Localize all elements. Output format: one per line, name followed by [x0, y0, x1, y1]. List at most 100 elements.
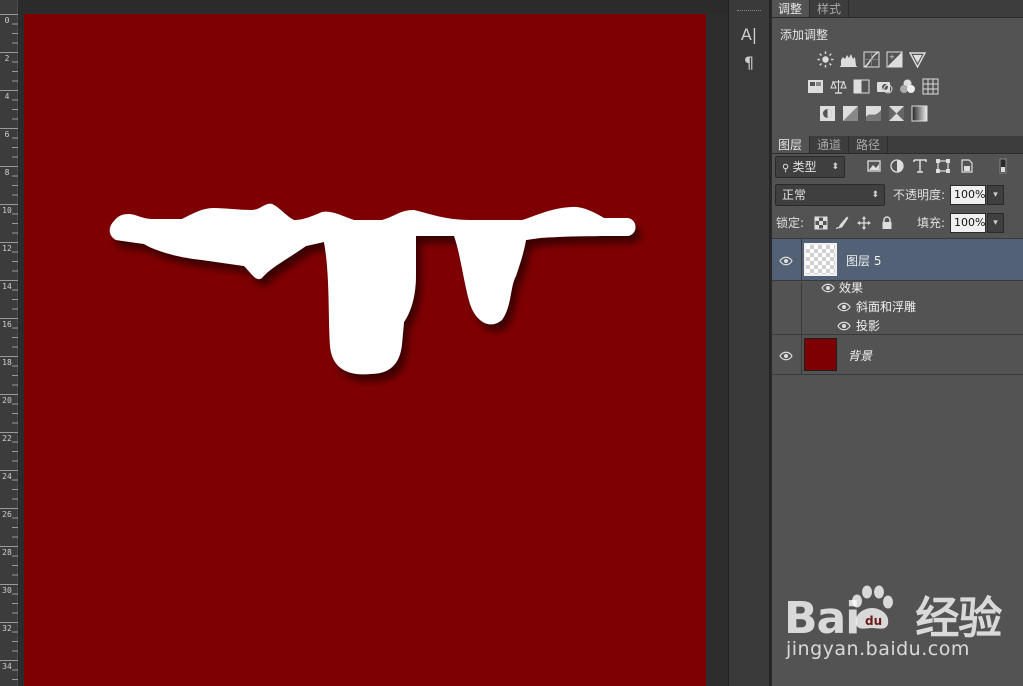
- brightness-icon[interactable]: [817, 51, 834, 68]
- adjustment-icons-row-1: +: [817, 51, 926, 68]
- visibility-eye-icon[interactable]: [821, 282, 835, 293]
- ruler-ticks: [0, 14, 18, 680]
- search-icon: ⚲: [782, 163, 793, 174]
- layer-name[interactable]: 图层 5: [846, 252, 881, 269]
- filter-toggle-icon[interactable]: [995, 158, 1011, 174]
- tab-adjustments[interactable]: 调整: [771, 0, 811, 17]
- ruler-label: 34: [2, 662, 12, 671]
- svg-text:du: du: [865, 614, 882, 628]
- effect-bevel-emboss[interactable]: 斜面和浮雕: [856, 298, 916, 315]
- lock-pixels-icon[interactable]: [835, 216, 849, 230]
- layer-row-background[interactable]: 背景: [771, 335, 1023, 375]
- gradient-map-icon[interactable]: [911, 105, 928, 122]
- filter-type-icon[interactable]: [912, 158, 928, 174]
- visibility-eye-icon[interactable]: [779, 350, 793, 361]
- threshold-icon[interactable]: [865, 105, 882, 122]
- character-panel-button[interactable]: A|: [735, 23, 763, 47]
- paw-icon: du: [852, 585, 893, 629]
- row-separator: [801, 282, 802, 334]
- lock-all-icon[interactable]: [880, 216, 894, 230]
- visibility-eye-icon[interactable]: [779, 255, 793, 266]
- ruler-label: 4: [4, 92, 10, 101]
- ruler-label: 22: [2, 434, 12, 443]
- ruler-label: 16: [2, 320, 12, 329]
- layer-effects-group: 效果 斜面和浮雕 投影: [771, 279, 1023, 334]
- opacity-input[interactable]: 100%: [950, 185, 986, 205]
- color-balance-icon[interactable]: [830, 78, 847, 95]
- ruler-label: 18: [2, 358, 12, 367]
- collapsed-panel-strip: A| ¶: [728, 0, 770, 686]
- layer-filter-label: 类型: [792, 160, 817, 174]
- ruler-label: 2: [4, 54, 10, 63]
- filter-smart-object-icon[interactable]: [959, 158, 975, 174]
- selective-color-icon[interactable]: [888, 105, 905, 122]
- opacity-label: 不透明度:: [893, 188, 946, 202]
- lock-position-icon[interactable]: [857, 216, 871, 230]
- opacity-slider-toggle[interactable]: ▾: [987, 185, 1004, 205]
- ruler-label: 8: [4, 168, 10, 177]
- curves-icon[interactable]: [863, 51, 880, 68]
- ruler-label: 32: [2, 624, 12, 633]
- hue-saturation-icon[interactable]: [807, 78, 824, 95]
- exposure-icon[interactable]: +: [886, 51, 903, 68]
- fill-label: 填充:: [917, 216, 946, 230]
- posterize-icon[interactable]: [842, 105, 859, 122]
- tab-paths[interactable]: 路径: [849, 136, 889, 153]
- levels-icon[interactable]: [840, 51, 857, 68]
- lock-label: 锁定:: [776, 216, 805, 230]
- ruler-label: 14: [2, 282, 12, 291]
- channel-mixer-icon[interactable]: [899, 78, 916, 95]
- row-separator: [801, 335, 802, 375]
- filter-shape-icon[interactable]: [935, 158, 951, 174]
- adjustment-icons-row-2: [807, 78, 939, 95]
- lock-transparent-icon[interactable]: [814, 216, 828, 230]
- tab-styles[interactable]: 样式: [810, 0, 850, 17]
- filter-adjustment-icon[interactable]: [889, 158, 905, 174]
- layer-name[interactable]: 背景: [848, 347, 872, 364]
- effect-drop-shadow[interactable]: 投影: [856, 317, 880, 334]
- invert-icon[interactable]: [819, 105, 836, 122]
- color-lookup-icon[interactable]: [922, 78, 939, 95]
- ruler-label: 28: [2, 548, 12, 557]
- vibrance-icon[interactable]: [909, 51, 926, 68]
- paragraph-panel-button[interactable]: ¶: [735, 51, 763, 75]
- adjustments-tabbar: 调整 样式: [771, 0, 1023, 18]
- watermark-logo-suffix: 经验: [915, 593, 1002, 644]
- row-separator: [801, 239, 802, 281]
- adjustments-title: 添加调整: [780, 28, 829, 42]
- panel-border: [771, 0, 772, 686]
- fill-input[interactable]: 100%: [950, 213, 986, 233]
- dropdown-arrow-icon: ⬍: [831, 162, 839, 172]
- document-top-bar: [0, 0, 728, 14]
- ruler-label: 20: [2, 396, 12, 405]
- black-white-icon[interactable]: [853, 78, 870, 95]
- panel-grip[interactable]: [737, 10, 761, 15]
- visibility-eye-icon[interactable]: [837, 320, 851, 331]
- document-canvas[interactable]: [24, 14, 706, 686]
- blend-mode-value: 正常: [782, 188, 807, 202]
- ruler-label: 12: [2, 244, 12, 253]
- ruler-label: 24: [2, 472, 12, 481]
- ruler-label: 6: [4, 130, 10, 139]
- layer-thumbnail: [804, 338, 837, 371]
- adjustments-panel: 调整 样式 添加调整 +: [771, 0, 1023, 128]
- photo-filter-icon[interactable]: [876, 78, 893, 95]
- visibility-eye-icon[interactable]: [837, 301, 851, 312]
- fill-slider-toggle[interactable]: ▾: [987, 213, 1004, 233]
- watermark-url: jingyan.baidu.com: [786, 638, 970, 660]
- layer-thumbnail: [804, 243, 837, 276]
- ruler-label: 0: [4, 16, 10, 25]
- blend-mode-dropdown[interactable]: 正常 ⬍: [775, 184, 885, 206]
- ruler-label: 26: [2, 510, 12, 519]
- svg-text:+: +: [889, 53, 895, 61]
- layer-filter-dropdown[interactable]: ⚲ 类型 ⬍: [775, 156, 845, 178]
- baidu-watermark: Bai 经验 du jingyan.baidu.com: [784, 580, 1014, 670]
- adjustment-icons-row-3: [819, 105, 928, 122]
- tab-layers[interactable]: 图层: [771, 136, 811, 153]
- ruler-label: 10: [2, 206, 12, 215]
- tab-channels[interactable]: 通道: [810, 136, 850, 153]
- layer-row-layer5[interactable]: 图层 5: [771, 239, 1023, 281]
- effects-label[interactable]: 效果: [839, 279, 863, 296]
- filter-pixel-icon[interactable]: [866, 158, 882, 174]
- vertical-ruler[interactable]: 0 2 4 6 8 10 12 14 16 18 20 22 24 26 28 30 32 34: [0, 0, 18, 686]
